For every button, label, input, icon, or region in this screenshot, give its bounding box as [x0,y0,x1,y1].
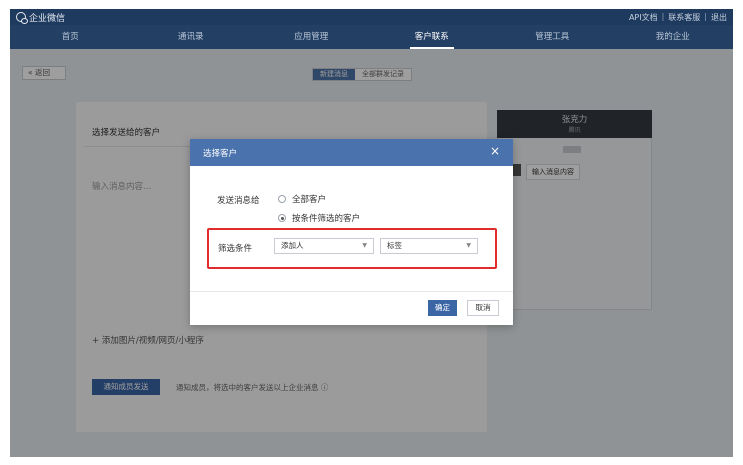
api-docs-link[interactable]: API文档 [629,12,658,23]
link-separator: | [661,12,665,21]
adder-select[interactable]: 添加人 ▼ [274,238,374,254]
cancel-button[interactable]: 取消 [467,300,499,316]
radio-unchecked-icon[interactable] [278,195,286,203]
adder-select-value: 添加人 [281,241,304,250]
nav-item-my-company[interactable]: 我的企业 [613,25,734,49]
link-separator: | [704,12,707,21]
nav-item-customer-contact[interactable]: 客户联系 [372,25,493,49]
wecom-logo-icon [16,12,28,24]
tag-select-value: 标签 [387,241,402,250]
filter-label: 筛选条件 [218,244,253,254]
select-customers-dialog: 选择客户 × 发送消息给 全部客户 按条件筛选的客户 筛选条件 添加人 ▼ 标签… [190,139,513,325]
option-label: 按条件筛选的客户 [292,214,361,224]
confirm-button[interactable]: 确定 [428,300,457,316]
nav-item-home[interactable]: 首页 [10,25,131,49]
nav-item-apps[interactable]: 应用管理 [251,25,372,49]
nav-item-contacts[interactable]: 通讯录 [131,25,252,49]
close-icon[interactable]: × [488,144,502,158]
chevron-down-icon: ▼ [362,242,367,249]
option-label: 全部客户 [292,195,327,205]
send-to-label: 发送消息给 [217,196,260,206]
logout-link[interactable]: 退出 [711,12,727,23]
brand[interactable]: 企业微信 [16,11,66,24]
dialog-title: 选择客户 [203,149,238,159]
page: 企业微信 API文档 | 联系客服 | 退出 首页 通讯录 应用管理 客户联系 … [0,0,743,465]
option-filtered-customers[interactable]: 按条件筛选的客户 [278,212,360,224]
nav-item-tools[interactable]: 管理工具 [492,25,613,49]
radio-checked-icon[interactable] [278,214,286,222]
brand-name: 企业微信 [29,13,66,24]
chevron-down-icon: ▼ [466,242,471,249]
top-links: API文档 | 联系客服 | 退出 [629,12,727,23]
top-bar: 企业微信 API文档 | 联系客服 | 退出 [10,9,733,25]
divider [190,291,513,292]
main-nav: 首页 通讯录 应用管理 客户联系 管理工具 我的企业 [10,25,733,49]
option-all-customers[interactable]: 全部客户 [278,193,326,205]
contact-support-link[interactable]: 联系客服 [668,12,700,23]
tag-select[interactable]: 标签 ▼ [380,238,478,254]
dialog-header: 选择客户 × [190,139,513,166]
